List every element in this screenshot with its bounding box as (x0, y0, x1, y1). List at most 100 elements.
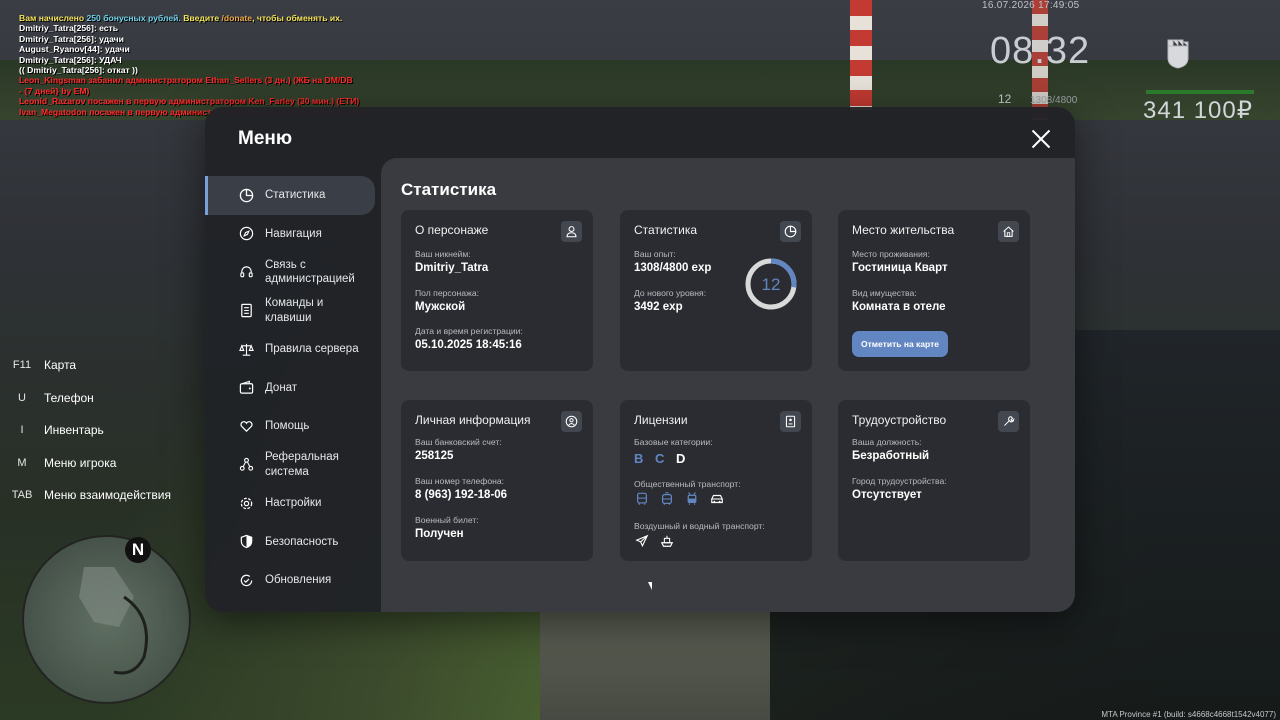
nick-label: Ваш никнейм: (415, 249, 471, 259)
gender-value: Мужской (415, 301, 466, 313)
card-title: Статистика (634, 223, 698, 237)
nav-item-security[interactable]: Безопасность (205, 523, 381, 562)
nav-item-statistics[interactable]: Статистика (205, 176, 375, 215)
level-progress-ring: 12 (745, 258, 797, 310)
nav-item-label: Связь с администрацией (265, 258, 355, 286)
mouse-cursor (648, 582, 652, 590)
hud-datetime: 16.07.2026 17:49:05 (982, 0, 1080, 11)
nav-item-settings[interactable]: Настройки (205, 484, 381, 523)
plane-icon (634, 533, 650, 549)
property-type-value: Комната в отеле (852, 301, 946, 313)
nav-item-help[interactable]: Помощь (205, 407, 381, 446)
background-chimney (850, 0, 872, 110)
nav-item-commands[interactable]: Команды и клавиши (205, 292, 381, 331)
card-employment: Трудоустройство Ваша должность: Безработ… (838, 400, 1030, 561)
build-info: MTA Province #1 (build: s4668c4668t1542v… (1101, 710, 1276, 719)
chat-line: Dmitriy_Tatra[256]: УДАЧ (19, 54, 122, 65)
bank-account-value: 258125 (415, 450, 454, 462)
statistics-panel: Статистика О персонаже Ваш никнейм: Dmit… (381, 158, 1075, 612)
phone-label: Ваш номер телефона: (415, 476, 505, 486)
nav-item-label: Обновления (265, 574, 332, 587)
license-categories: B C D (634, 451, 689, 466)
level-number: 12 (762, 275, 781, 294)
bus-icon (634, 491, 650, 507)
military-id-value: Получен (415, 528, 464, 540)
nav-item-rules[interactable]: Правила сервера (205, 330, 381, 369)
nav-item-label: Донат (265, 381, 298, 394)
card-personal-info: Личная информация Ваш банковский счет: 2… (401, 400, 593, 561)
next-level-label: До нового уровня: (634, 288, 707, 298)
hotkey-player-menu[interactable]: M Меню игрока (8, 447, 171, 480)
nav-item-referral[interactable]: Реферальная система (205, 446, 381, 485)
license-book-icon (780, 411, 801, 432)
hud-level: 12 (998, 92, 1012, 106)
tram-icon (659, 491, 675, 507)
refresh-check-icon (238, 572, 254, 588)
hotkey-key: U (18, 391, 26, 404)
license-category: B (634, 451, 648, 466)
job-position-label: Ваша должность: (852, 437, 922, 447)
hotkey-label: Телефон (44, 390, 94, 405)
nav-item-donate[interactable]: Донат (205, 369, 381, 408)
mark-on-map-button[interactable]: Отметить на карте (852, 331, 948, 357)
card-title: Лицензии (634, 413, 688, 427)
compass-icon (238, 226, 254, 242)
headset-icon (238, 264, 254, 280)
nav-item-label: Команды и клавиши (265, 297, 324, 324)
hotkey-interaction-menu[interactable]: TAB Меню взаимодействия (8, 479, 171, 512)
chart-pie-icon (780, 221, 801, 242)
gear-icon (238, 495, 254, 511)
nav-item-label: Правила сервера (265, 343, 359, 356)
nav-item-label: Реферальная система (265, 451, 339, 478)
hotkey-key: M (17, 456, 27, 469)
residence-place-label: Место проживания: (852, 249, 930, 259)
license-category: C (655, 451, 669, 466)
public-transport-icons (634, 491, 725, 507)
base-categories-label: Базовые категории: (634, 437, 713, 447)
chat-line: Leonid_Razarov посажен в первую админист… (19, 96, 360, 107)
nav-item-navigation[interactable]: Навигация (205, 215, 381, 254)
boat-icon (659, 533, 675, 549)
hotkey-label: Инвентарь (44, 423, 104, 438)
residence-place-value: Гостиница Кварт (852, 262, 948, 274)
registration-value: 05.10.2025 18:45:16 (415, 339, 522, 351)
phone-value: 8 (963) 192-18-06 (415, 489, 508, 501)
chat-line: (( Dmitriy_Tatra[256]: откат )) (19, 65, 138, 76)
card-character: О персонаже Ваш никнейм: Dmitriy_Tatra П… (401, 210, 593, 371)
chat-line: Dmitriy_Tatra[256]: удачи (19, 33, 124, 44)
card-residence: Место жительства Место проживания: Гости… (838, 210, 1030, 371)
job-city-value: Отсутствует (852, 489, 922, 501)
nav-item-label: Безопасность (265, 535, 339, 548)
air-water-transport-label: Воздушный и водный транспорт: (634, 521, 765, 531)
wallet-icon (238, 380, 254, 396)
user-circle-icon (561, 411, 582, 432)
hud-clock: 08:32 (990, 30, 1091, 72)
chat-line: August_Ryanov[44]: удачи (19, 44, 130, 55)
gender-label: Пол персонажа: (415, 288, 479, 298)
hotkey-phone[interactable]: U Телефон (8, 382, 171, 415)
card-title: О персонаже (415, 223, 489, 237)
tools-icon (998, 411, 1019, 432)
job-position-value: Безработный (852, 450, 930, 462)
card-statistics: Статистика Ваш опыт: 1308/4800 exp До но… (620, 210, 812, 371)
hotkey-inventory[interactable]: I Инвентарь (8, 414, 171, 447)
hotkey-label: Меню взаимодействия (44, 488, 171, 503)
close-icon[interactable] (1031, 129, 1051, 149)
hotkey-map[interactable]: F11 Карта (8, 349, 171, 382)
nav-item-label: Помощь (265, 420, 310, 433)
card-title: Личная информация (415, 413, 531, 427)
fist-icon (1162, 34, 1194, 70)
nav-item-updates[interactable]: Обновления (205, 561, 381, 600)
next-level-value: 3492 exp (634, 301, 683, 313)
chat-line: Вам начислено 250 бонусных рублей. Введи… (19, 13, 343, 23)
menu-nav: Статистика Навигация Связь с администрац… (205, 176, 381, 600)
registration-label: Дата и время регистрации: (415, 326, 523, 336)
hotkey-list: F11 Карта U Телефон I Инвентарь M Меню игрок… (8, 349, 171, 512)
hotkey-label: Карта (44, 358, 77, 373)
hotkey-label: Меню игрока (44, 455, 117, 470)
background-road (540, 600, 770, 720)
nav-item-contact-admin[interactable]: Связь с администрацией (205, 253, 381, 292)
chat-line: Dmitriy_Tatra[256]: есть (19, 23, 119, 34)
property-type-label: Вид имущества: (852, 288, 917, 298)
public-transport-label: Общественный транспорт: (634, 479, 741, 489)
